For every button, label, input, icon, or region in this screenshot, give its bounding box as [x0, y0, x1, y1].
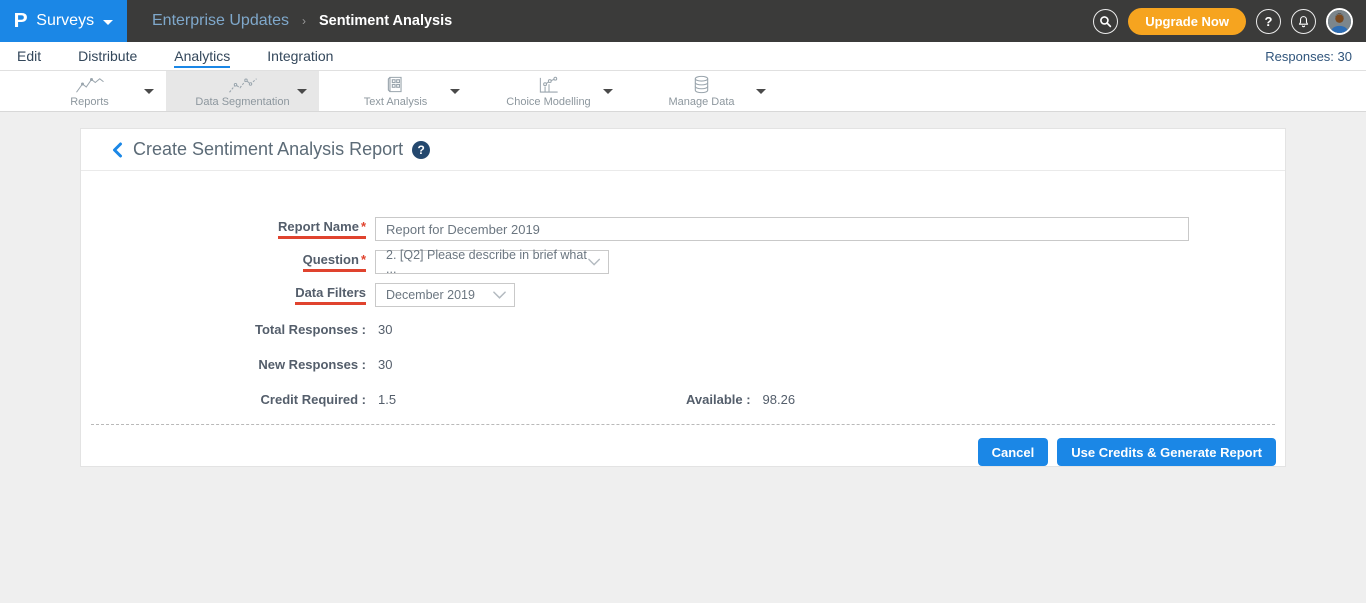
form-actions: Cancel Use Credits & Generate Report: [81, 425, 1285, 466]
report-form: Report Name* Question* 2. [Q2] Please de…: [81, 171, 1285, 466]
tab-distribute[interactable]: Distribute: [75, 46, 140, 66]
chevron-down-icon[interactable]: [450, 89, 460, 94]
panel-header: Create Sentiment Analysis Report ?: [81, 129, 1285, 171]
question-mark-icon: ?: [417, 143, 424, 157]
breadcrumb-current-page: Sentiment Analysis: [319, 13, 452, 29]
question-select-value: 2. [Q2] Please describe in brief what ..…: [386, 248, 588, 276]
new-responses-value: 30: [378, 357, 392, 372]
credit-required-value: 1.5: [378, 392, 686, 407]
line-chart-icon: [75, 75, 105, 94]
new-responses-label: New Responses :: [81, 357, 366, 372]
toolbar-item-label: Choice Modelling: [506, 96, 590, 108]
total-responses-value: 30: [378, 322, 392, 337]
search-button[interactable]: [1093, 9, 1118, 34]
surveys-caret-icon: [103, 20, 113, 25]
choice-chart-icon: [538, 75, 560, 94]
toolbar-item-choice-modelling[interactable]: Choice Modelling: [472, 71, 625, 111]
available-credits-value: 98.26: [763, 392, 796, 407]
chevron-left-icon: [111, 142, 124, 158]
question-label: Question*: [81, 252, 366, 272]
chevron-down-icon[interactable]: [144, 89, 154, 94]
tab-integration[interactable]: Integration: [264, 46, 336, 66]
credit-required-label: Credit Required :: [81, 392, 366, 407]
breadcrumb-separator-icon: ›: [302, 14, 306, 28]
analytics-toolbar: Reports Data Segmentation Text Analysis: [0, 71, 1366, 112]
tab-analytics[interactable]: Analytics: [171, 46, 233, 66]
avatar-photo: [1328, 10, 1351, 33]
report-name-input[interactable]: [375, 217, 1189, 241]
survey-section-nav: Edit Distribute Analytics Integration Re…: [0, 42, 1366, 71]
questionpro-logo: P: [14, 10, 28, 33]
toolbar-item-label: Text Analysis: [364, 96, 428, 108]
help-button[interactable]: ?: [1256, 9, 1281, 34]
required-asterisk: *: [361, 219, 366, 234]
bell-icon: [1297, 15, 1310, 28]
data-filters-label: Data Filters: [81, 285, 366, 305]
tab-edit[interactable]: Edit: [14, 46, 44, 66]
create-report-panel: Create Sentiment Analysis Report ? Repor…: [80, 128, 1286, 467]
cancel-button[interactable]: Cancel: [978, 438, 1049, 466]
database-icon: [693, 75, 710, 94]
required-asterisk: *: [361, 252, 366, 267]
data-filters-select[interactable]: December 2019: [375, 283, 515, 307]
total-responses-row: Total Responses : 30: [81, 321, 1285, 338]
surveys-menu[interactable]: P Surveys: [0, 0, 127, 42]
avatar[interactable]: [1326, 8, 1353, 35]
toolbar-item-manage-data[interactable]: Manage Data: [625, 71, 778, 111]
toolbar-item-data-segmentation[interactable]: Data Segmentation: [166, 71, 319, 111]
chevron-down-icon[interactable]: [297, 89, 307, 94]
topbar-actions: Upgrade Now ?: [1093, 0, 1353, 42]
question-select[interactable]: 2. [Q2] Please describe in brief what ..…: [375, 250, 609, 274]
search-icon: [1099, 15, 1112, 28]
new-responses-row: New Responses : 30: [81, 356, 1285, 373]
report-name-label: Report Name*: [81, 219, 366, 239]
newspaper-icon: [386, 75, 405, 94]
responses-count: Responses: 30: [1265, 49, 1352, 64]
notifications-button[interactable]: [1291, 9, 1316, 34]
chevron-down-icon[interactable]: [756, 89, 766, 94]
data-filters-row: Data Filters December 2019: [81, 283, 1285, 307]
credit-row: Credit Required : 1.5 Available : 98.26: [81, 391, 1285, 408]
upgrade-now-button[interactable]: Upgrade Now: [1128, 8, 1246, 35]
total-responses-label: Total Responses :: [81, 322, 366, 337]
toolbar-item-reports[interactable]: Reports: [13, 71, 166, 111]
toolbar-item-label: Data Segmentation: [195, 96, 289, 108]
breadcrumb: Enterprise Updates › Sentiment Analysis: [152, 0, 452, 42]
toolbar-item-label: Manage Data: [668, 96, 734, 108]
toolbar-item-text-analysis[interactable]: Text Analysis: [319, 71, 472, 111]
question-row: Question* 2. [Q2] Please describe in bri…: [81, 250, 1285, 274]
toolbar-item-label: Reports: [70, 96, 109, 108]
page-title: Create Sentiment Analysis Report: [133, 139, 403, 160]
top-navbar: P Surveys Enterprise Updates › Sentiment…: [0, 0, 1366, 42]
title-help-button[interactable]: ?: [412, 141, 430, 159]
chevron-down-icon: [493, 291, 506, 299]
help-icon: ?: [1265, 14, 1273, 29]
generate-report-button[interactable]: Use Credits & Generate Report: [1057, 438, 1276, 466]
chevron-down-icon[interactable]: [603, 89, 613, 94]
back-button[interactable]: [111, 142, 124, 158]
report-name-row: Report Name*: [81, 217, 1285, 241]
available-credits-label: Available :: [686, 392, 751, 407]
scatter-chart-icon: [228, 75, 258, 94]
chevron-down-icon: [588, 258, 600, 266]
breadcrumb-survey-name[interactable]: Enterprise Updates: [152, 12, 289, 30]
product-name: Surveys: [36, 12, 94, 30]
data-filters-select-value: December 2019: [386, 288, 475, 302]
